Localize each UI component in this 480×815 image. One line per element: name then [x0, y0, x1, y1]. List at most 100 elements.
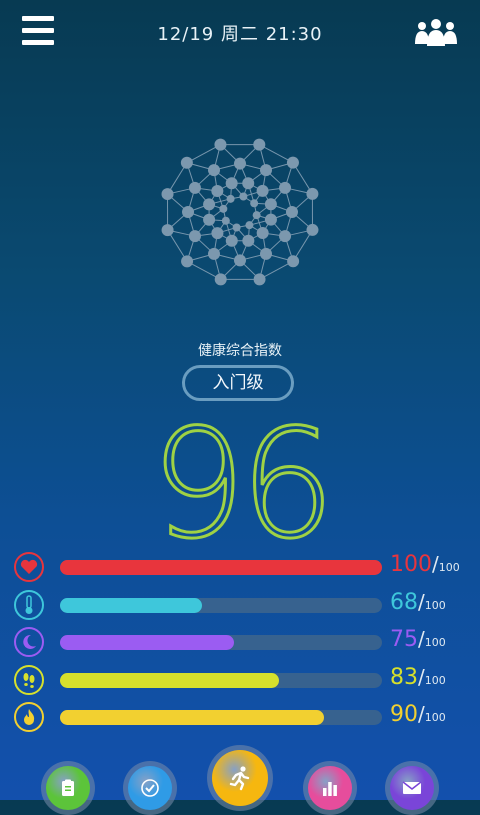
metric-value-max: 100 [425, 711, 446, 724]
network-node [162, 224, 174, 236]
network-node [211, 227, 223, 239]
dock-button-exercise[interactable] [207, 745, 273, 811]
metric-progress-fill [60, 635, 234, 650]
heart-icon [14, 552, 44, 582]
metric-progress-fill [60, 598, 202, 613]
network-node [260, 248, 272, 260]
metric-progress-bar [60, 710, 382, 725]
network-node [182, 206, 194, 218]
metric-value-slash: / [418, 665, 425, 689]
metric-value-number: 100 [390, 552, 432, 577]
envelope-icon [390, 766, 434, 810]
metric-row-heart[interactable]: 100/100 [0, 550, 480, 584]
thermometer-icon [14, 590, 44, 620]
network-node [162, 188, 174, 200]
dock-button-check[interactable] [123, 761, 177, 815]
metric-value: 90/100 [390, 702, 480, 727]
network-node [287, 157, 299, 169]
metric-row-calories[interactable]: 90/100 [0, 700, 480, 734]
network-node [227, 195, 235, 203]
network-node [239, 193, 247, 201]
network-node [203, 198, 215, 210]
metric-value-max: 100 [425, 599, 446, 612]
network-node [208, 164, 220, 176]
network-node [203, 214, 215, 226]
metric-value-number: 90 [390, 702, 418, 727]
metric-value-slash: / [418, 627, 425, 651]
dock-button-messages[interactable] [385, 761, 439, 815]
network-node [242, 177, 254, 189]
network-node [253, 211, 261, 219]
metric-value: 100/100 [390, 552, 480, 577]
network-node [306, 224, 318, 236]
network-node [226, 235, 238, 247]
footprints-icon [14, 665, 44, 695]
metric-value-slash: / [418, 702, 425, 726]
bar-chart-icon [308, 766, 352, 810]
metric-value-slash: / [418, 590, 425, 614]
network-node [214, 139, 226, 151]
health-index-label: 健康综合指数 [0, 340, 480, 360]
metric-value-max: 100 [425, 636, 446, 649]
network-node [233, 223, 241, 231]
network-node [222, 217, 230, 225]
dock-button-report[interactable] [41, 761, 95, 815]
network-node [279, 230, 291, 242]
metric-value: 68/100 [390, 590, 480, 615]
network-node [253, 139, 265, 151]
metric-row-temperature[interactable]: 68/100 [0, 588, 480, 622]
flame-icon [14, 702, 44, 732]
metric-value-number: 68 [390, 590, 418, 615]
datetime-display: 12/19 周二 21:30 [0, 20, 480, 46]
dock-button-stats[interactable] [303, 761, 357, 815]
metric-progress-fill [60, 673, 279, 688]
metric-value-max: 100 [439, 561, 460, 574]
network-node [226, 177, 238, 189]
running-person-icon [212, 750, 268, 806]
group-people-icon[interactable] [412, 16, 460, 48]
clipboard-icon [46, 766, 90, 810]
network-node [257, 227, 269, 239]
network-node [208, 248, 220, 260]
network-node [211, 185, 223, 197]
network-node [215, 273, 227, 285]
metric-value-slash: / [432, 552, 439, 576]
metric-progress-fill [60, 560, 382, 575]
network-node [260, 164, 272, 176]
network-node [279, 182, 291, 194]
network-node [245, 221, 253, 229]
network-node [189, 182, 201, 194]
health-level-badge[interactable]: 入门级 [182, 365, 294, 401]
health-network-graphic [150, 135, 330, 295]
metric-progress-bar [60, 560, 382, 575]
network-node [181, 255, 193, 267]
network-node [257, 185, 269, 197]
metric-progress-fill [60, 710, 324, 725]
moon-icon [14, 627, 44, 657]
network-node [265, 214, 277, 226]
metric-progress-bar [60, 635, 382, 650]
network-node [254, 273, 266, 285]
network-node [250, 199, 258, 207]
bottom-dock [0, 740, 480, 800]
network-node [234, 158, 246, 170]
network-node [234, 254, 246, 266]
metric-value: 83/100 [390, 665, 480, 690]
network-node [219, 205, 227, 213]
checkmark-icon [128, 766, 172, 810]
metric-value: 75/100 [390, 627, 480, 652]
health-score: 96 [0, 398, 480, 572]
metric-progress-bar [60, 673, 382, 688]
network-node [189, 230, 201, 242]
metric-row-sleep[interactable]: 75/100 [0, 625, 480, 659]
network-node [181, 157, 193, 169]
top-bar: 12/19 周二 21:30 [0, 0, 480, 64]
network-node [306, 188, 318, 200]
network-node [286, 206, 298, 218]
metric-value-number: 75 [390, 627, 418, 652]
network-node [242, 235, 254, 247]
network-node [265, 198, 277, 210]
metric-row-steps[interactable]: 83/100 [0, 663, 480, 697]
metric-value-number: 83 [390, 665, 418, 690]
network-node [287, 255, 299, 267]
